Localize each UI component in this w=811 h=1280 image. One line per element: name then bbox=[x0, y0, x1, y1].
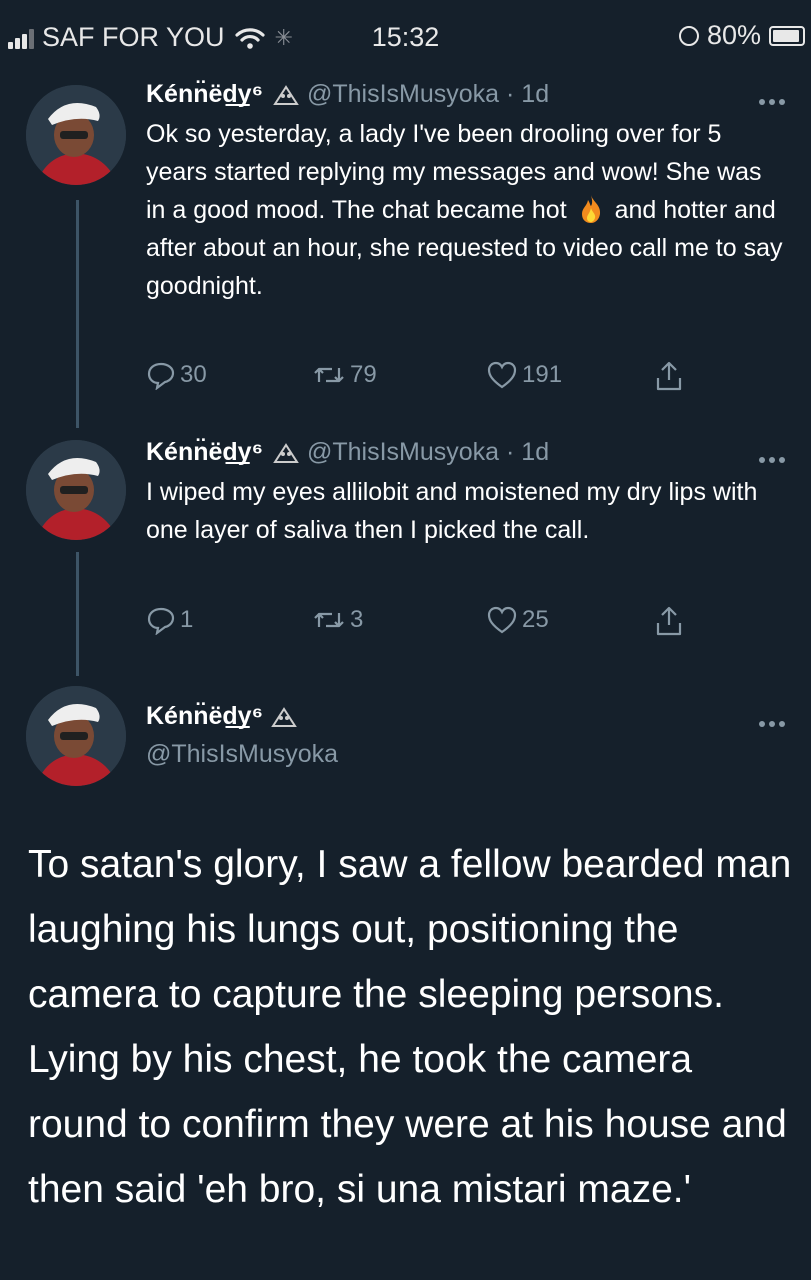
reply-icon bbox=[147, 607, 175, 635]
more-options-button[interactable] bbox=[759, 450, 793, 463]
status-right: 80% bbox=[678, 20, 805, 51]
handle-and-time[interactable]: @ThisIsMusyoka · 1d bbox=[307, 438, 549, 466]
profile-photo bbox=[26, 686, 126, 786]
tweet-actions: 30 79 191 bbox=[146, 360, 706, 394]
avatar[interactable] bbox=[26, 85, 126, 185]
retweet-count: 3 bbox=[350, 606, 364, 633]
share-button[interactable] bbox=[654, 605, 688, 637]
fire-emoji-icon bbox=[581, 195, 600, 223]
profile-photo bbox=[26, 440, 126, 540]
battery-icon bbox=[769, 25, 805, 46]
reply-count: 1 bbox=[180, 606, 194, 633]
tweet-text: Ok so yesterday, a lady I've been drooli… bbox=[146, 115, 786, 305]
like-button[interactable]: 25 bbox=[486, 605, 549, 635]
more-options-button[interactable] bbox=[759, 714, 793, 727]
main-tweet-handle[interactable]: @ThisIsMusyoka bbox=[146, 740, 338, 769]
reply-count: 30 bbox=[180, 361, 207, 388]
heart-icon bbox=[487, 606, 517, 634]
tweet-header: Kénn̈ëd͟y⁶ @ThisIsMusyoka · 1d bbox=[146, 80, 549, 109]
thread-line bbox=[76, 200, 79, 428]
thread-line bbox=[76, 552, 79, 676]
avatar[interactable] bbox=[26, 686, 126, 786]
more-options-button[interactable] bbox=[759, 92, 793, 105]
reply-button[interactable]: 1 bbox=[146, 605, 193, 635]
retweet-icon bbox=[314, 612, 344, 628]
like-button[interactable]: 191 bbox=[486, 360, 562, 390]
handle-and-time[interactable]: @ThisIsMusyoka · 1d bbox=[307, 80, 549, 108]
display-name[interactable]: Kénn̈ëd͟y⁶ bbox=[146, 80, 263, 108]
avatar[interactable] bbox=[26, 440, 126, 540]
share-button[interactable] bbox=[654, 360, 688, 392]
share-icon bbox=[656, 361, 682, 391]
display-name[interactable]: Kénn̈ëd͟y⁶ bbox=[146, 438, 263, 466]
reply-button[interactable]: 30 bbox=[146, 360, 207, 390]
tweet-actions: 1 3 25 bbox=[146, 605, 706, 639]
main-tweet-text: To satan's glory, I saw a fellow bearded… bbox=[28, 843, 792, 1211]
main-tweet-author[interactable]: Kénn̈ëd͟y⁶ bbox=[146, 702, 298, 731]
status-bar: SAF FOR YOU ✳ 15:32 80% bbox=[0, 0, 811, 70]
orientation-lock-icon bbox=[678, 25, 699, 46]
heart-icon bbox=[487, 361, 517, 389]
tweet-header: Kénn̈ëd͟y⁶ @ThisIsMusyoka · 1d bbox=[146, 438, 549, 467]
owl-icon bbox=[273, 85, 299, 106]
display-name: Kénn̈ëd͟y⁶ bbox=[146, 702, 264, 730]
retweet-icon bbox=[314, 367, 344, 383]
reply-icon bbox=[147, 362, 175, 390]
owl-icon bbox=[273, 443, 299, 464]
battery-percentage: 80% bbox=[706, 20, 761, 50]
retweet-count: 79 bbox=[350, 361, 377, 388]
owl-icon bbox=[271, 707, 297, 728]
retweet-button[interactable]: 3 bbox=[312, 605, 363, 635]
like-count: 191 bbox=[522, 361, 563, 388]
like-count: 25 bbox=[522, 606, 549, 633]
tweet-text: I wiped my eyes allilobit and moistened … bbox=[146, 478, 758, 544]
retweet-button[interactable]: 79 bbox=[312, 360, 377, 390]
profile-photo bbox=[26, 85, 126, 185]
share-icon bbox=[656, 606, 682, 636]
